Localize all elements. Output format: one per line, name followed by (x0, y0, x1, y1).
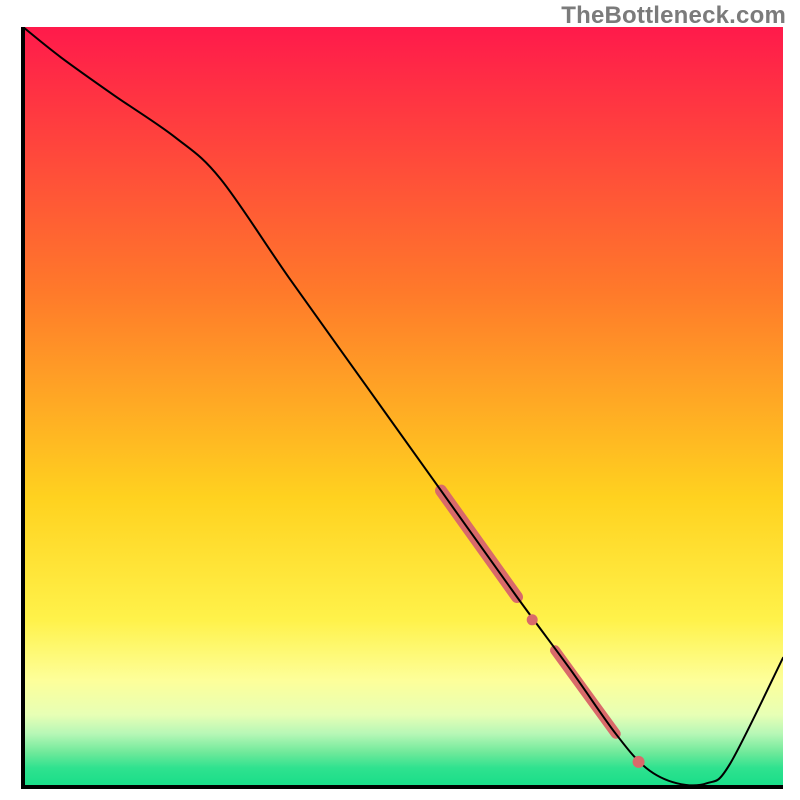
chart-container: TheBottleneck.com (0, 0, 800, 800)
data-marker (633, 756, 644, 767)
data-marker (527, 615, 537, 625)
watermark-label: TheBottleneck.com (561, 2, 786, 30)
plot-svg (0, 0, 800, 800)
gradient-background (23, 27, 783, 787)
